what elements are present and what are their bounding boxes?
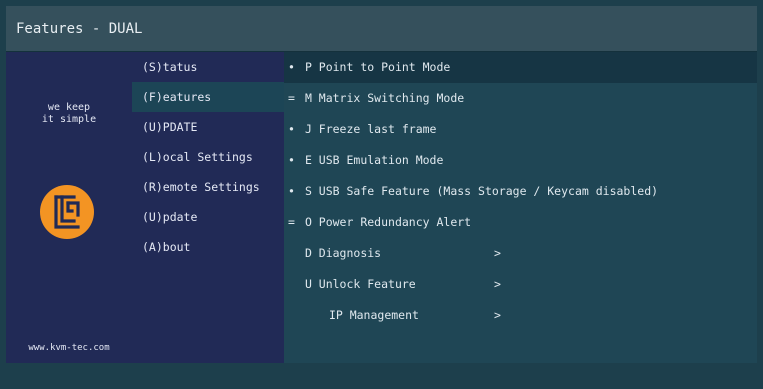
chevron-right-icon: > (494, 308, 501, 322)
feature-label: D Diagnosis (304, 246, 382, 260)
feature-row-power-redundancy[interactable]: = O Power Redundancy Alert (284, 207, 757, 238)
feature-row-usb-safe[interactable]: • S USB Safe Feature (Mass Storage / Key… (284, 176, 757, 207)
feature-bullet: • (288, 60, 295, 74)
feature-row-matrix-switching[interactable]: = M Matrix Switching Mode (284, 83, 757, 114)
features-panel: • P Point to Point Mode = M Matrix Switc… (284, 52, 757, 363)
menu-item-features[interactable]: (F)eatures (132, 82, 284, 112)
brand-tagline-line2: it simple (41, 114, 97, 125)
kvm-logo-icon (40, 185, 94, 239)
app-window: Features - DUAL we keep it simple www.kv… (0, 0, 763, 389)
feature-row-usb-emulation[interactable]: • E USB Emulation Mode (284, 145, 757, 176)
feature-label: S USB Safe Feature (Mass Storage / Keyca… (304, 184, 659, 198)
feature-bullet: • (288, 153, 295, 167)
chevron-right-icon: > (494, 246, 501, 260)
feature-row-ip-management[interactable]: IP Management > (284, 300, 757, 331)
main-menu: (S)tatus (F)eatures (U)PDATE (L)ocal Set… (132, 52, 284, 363)
menu-item-update-upper[interactable]: (U)PDATE (132, 112, 284, 142)
feature-row-point-to-point[interactable]: • P Point to Point Mode (284, 52, 757, 83)
chevron-right-icon: > (494, 277, 501, 291)
brand-panel: we keep it simple www.kvm-tec.com (6, 52, 132, 363)
feature-row-freeze-frame[interactable]: • J Freeze last frame (284, 114, 757, 145)
menu-item-update[interactable]: (U)pdate (132, 202, 284, 232)
feature-label: O Power Redundancy Alert (304, 215, 472, 229)
feature-label: P Point to Point Mode (304, 60, 451, 74)
brand-url: www.kvm-tec.com (28, 343, 110, 353)
feature-bullet: • (288, 184, 295, 198)
feature-label: IP Management (328, 308, 419, 322)
menu-item-status[interactable]: (S)tatus (132, 52, 284, 82)
footer-strip (6, 363, 757, 383)
feature-bullet: = (288, 91, 295, 105)
feature-label: U Unlock Feature (304, 277, 416, 291)
menu-item-local-settings[interactable]: (L)ocal Settings (132, 142, 284, 172)
feature-bullet: = (288, 215, 295, 229)
feature-label: E USB Emulation Mode (304, 153, 444, 167)
feature-label: J Freeze last frame (304, 122, 437, 136)
brand-tagline-line1: we keep (47, 102, 91, 113)
feature-row-unlock[interactable]: U Unlock Feature > (284, 269, 757, 300)
feature-bullet: • (288, 122, 295, 136)
feature-row-diagnosis[interactable]: D Diagnosis > (284, 238, 757, 269)
menu-item-about[interactable]: (A)bout (132, 232, 284, 262)
feature-label: M Matrix Switching Mode (304, 91, 465, 105)
window-title: Features - DUAL (6, 6, 757, 52)
brand-tagline: we keep it simple (6, 102, 132, 126)
menu-item-remote-settings[interactable]: (R)emote Settings (132, 172, 284, 202)
